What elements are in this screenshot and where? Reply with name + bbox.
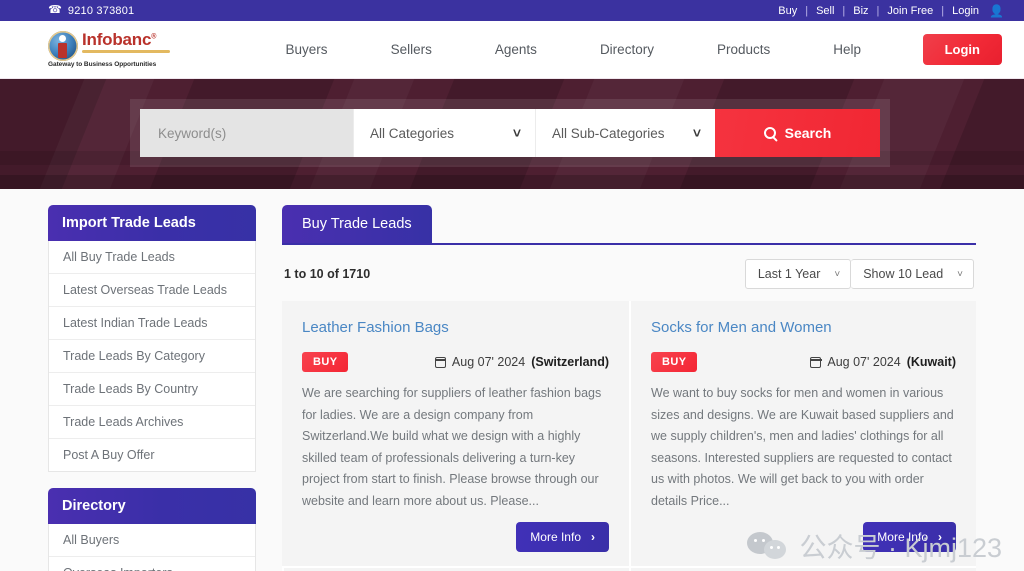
nav-item-sellers[interactable]: Sellers — [391, 42, 432, 57]
lead-description: We are searching for suppliers of leathe… — [302, 386, 602, 508]
result-count: 1 to 10 of 1710 — [284, 267, 371, 281]
subcategory-select-value: All Sub-Categories — [552, 125, 665, 141]
top-link-biz[interactable]: Biz — [845, 5, 876, 17]
category-select[interactable]: All Categories ˅ — [353, 109, 535, 157]
brand-tagline: Gateway to Business Opportunities — [48, 61, 157, 68]
sidebar-item-all-buyers[interactable]: All Buyers — [49, 524, 255, 557]
results-toolbar: 1 to 10 of 1710 Last 1 Year ˅ Show 10 Le… — [282, 245, 976, 301]
lead-card: Chocolate for Bakery — [282, 566, 629, 571]
nav-item-agents[interactable]: Agents — [495, 42, 537, 57]
lead-title[interactable]: Leather Fashion Bags — [302, 319, 609, 336]
lead-description: We want to buy socks for men and women i… — [651, 386, 954, 508]
nav-links: Buyers Sellers Agents Directory Products… — [188, 42, 923, 57]
chevron-right-icon: › — [591, 530, 595, 544]
chevron-down-icon: ˅ — [692, 125, 701, 141]
lead-card: Importing Metal Castings — [629, 566, 976, 571]
lead-date: Aug 07' 2024 — [451, 355, 526, 369]
phone-contact: ☎ 9210 373801 — [48, 4, 135, 17]
brand-name: Infobanc — [82, 30, 152, 49]
nav-item-help[interactable]: Help — [833, 42, 861, 57]
top-link-sell[interactable]: Sell — [808, 5, 842, 17]
sidebar-item-post-a-buy-offer[interactable]: Post A Buy Offer — [49, 439, 255, 471]
calendar-icon — [809, 356, 822, 368]
category-select-value: All Categories — [370, 125, 455, 141]
leads-grid: Leather Fashion Bags BUY Aug 07' 2024 (S… — [282, 301, 976, 571]
chevron-down-icon: ˅ — [512, 125, 521, 141]
filter-controls: Last 1 Year ˅ Show 10 Lead ˅ — [744, 259, 974, 289]
hero-banner: All Categories ˅ All Sub-Categories ˅ Se… — [0, 79, 1024, 189]
user-icon[interactable]: 👤 — [987, 4, 1004, 18]
search-icon — [763, 127, 776, 139]
more-info-label: More Info — [530, 530, 581, 544]
phone-icon: ☎ — [48, 4, 62, 16]
lead-country: (Switzerland) — [531, 355, 609, 369]
sidebar-panel-import-trade-leads: Import Trade Leads All Buy Trade Leads L… — [48, 205, 256, 472]
globe-person-icon — [48, 31, 78, 61]
page-size-select-value: Show 10 Lead — [863, 267, 944, 281]
calendar-icon — [434, 356, 447, 368]
sidebar-item-trade-leads-archives[interactable]: Trade Leads Archives — [49, 406, 255, 439]
sidebar-item-all-buy-trade-leads[interactable]: All Buy Trade Leads — [49, 241, 255, 274]
top-link-join-free[interactable]: Join Free — [879, 5, 941, 17]
lead-card: Socks for Men and Women BUY Aug 07' 2024… — [629, 301, 976, 566]
search-input[interactable] — [140, 109, 353, 157]
nav-item-directory[interactable]: Directory — [600, 42, 654, 57]
logo-underline — [82, 49, 170, 53]
tab-buy-trade-leads[interactable]: Buy Trade Leads — [282, 205, 432, 243]
chevron-right-icon: › — [938, 530, 942, 544]
lead-card: Leather Fashion Bags BUY Aug 07' 2024 (S… — [282, 301, 629, 566]
chevron-down-icon: ˅ — [957, 268, 963, 280]
lead-title[interactable]: Socks for Men and Women — [651, 319, 956, 336]
lead-meta: BUY Aug 07' 2024 (Switzerland) — [302, 352, 609, 372]
panel-title: Import Trade Leads — [48, 205, 256, 241]
phone-number: 9210 373801 — [67, 4, 135, 17]
sidebar-item-trade-leads-by-category[interactable]: Trade Leads By Category — [49, 340, 255, 373]
top-link-login[interactable]: Login — [944, 5, 987, 17]
registered-mark-icon: ® — [151, 33, 157, 41]
top-utility-bar: ☎ 9210 373801 Buy | Sell | Biz | Join Fr… — [0, 0, 1024, 21]
period-select[interactable]: Last 1 Year ˅ — [744, 259, 852, 289]
top-links: Buy | Sell | Biz | Join Free | Login 👤 — [770, 4, 1004, 18]
more-info-label: More Info — [877, 530, 928, 544]
search-button[interactable]: Search — [715, 109, 880, 157]
more-info-button[interactable]: More Info › — [516, 522, 609, 552]
status-badge: BUY — [302, 352, 349, 372]
sidebar-item-latest-overseas-trade-leads[interactable]: Latest Overseas Trade Leads — [49, 274, 255, 307]
panel-items: All Buy Trade Leads Latest Overseas Trad… — [48, 241, 256, 472]
nav-item-buyers[interactable]: Buyers — [286, 42, 328, 57]
search-bar-container: All Categories ˅ All Sub-Categories ˅ Se… — [130, 99, 890, 167]
panel-title: Directory — [48, 488, 256, 524]
nav-item-products[interactable]: Products — [717, 42, 770, 57]
sidebar-item-overseas-importers[interactable]: Overseas Importers — [49, 557, 255, 571]
page-size-select[interactable]: Show 10 Lead ˅ — [851, 259, 974, 289]
login-button[interactable]: Login — [922, 34, 1002, 65]
top-link-buy[interactable]: Buy — [770, 5, 805, 17]
brand-logo[interactable]: Infobanc® Gateway to Business Opportunit… — [48, 31, 188, 68]
subcategory-select[interactable]: All Sub-Categories ˅ — [535, 109, 715, 157]
page-root: ☎ 9210 373801 Buy | Sell | Biz | Join Fr… — [0, 0, 1024, 571]
sidebar: Import Trade Leads All Buy Trade Leads L… — [48, 205, 256, 571]
lead-date: Aug 07' 2024 — [827, 355, 901, 369]
lead-meta: BUY Aug 07' 2024 (Kuwait) — [651, 352, 956, 372]
status-badge: BUY — [651, 352, 698, 372]
sidebar-item-trade-leads-by-country[interactable]: Trade Leads By Country — [49, 373, 255, 406]
main-navigation-bar: Infobanc® Gateway to Business Opportunit… — [0, 21, 1024, 79]
more-info-button[interactable]: More Info › — [863, 522, 956, 552]
period-select-value: Last 1 Year — [757, 267, 821, 281]
chevron-down-icon: ˅ — [834, 268, 841, 280]
lead-country: (Kuwait) — [906, 355, 956, 369]
page-body: Import Trade Leads All Buy Trade Leads L… — [0, 189, 1024, 571]
tab-bar: Buy Trade Leads — [282, 205, 976, 245]
sidebar-item-latest-indian-trade-leads[interactable]: Latest Indian Trade Leads — [49, 307, 255, 340]
sidebar-panel-directory: Directory All Buyers Overseas Importers … — [48, 488, 256, 571]
panel-items: All Buyers Overseas Importers Verified I… — [48, 524, 256, 571]
main-content: Buy Trade Leads 1 to 10 of 1710 Last 1 Y… — [282, 205, 976, 571]
search-button-label: Search — [784, 125, 832, 141]
